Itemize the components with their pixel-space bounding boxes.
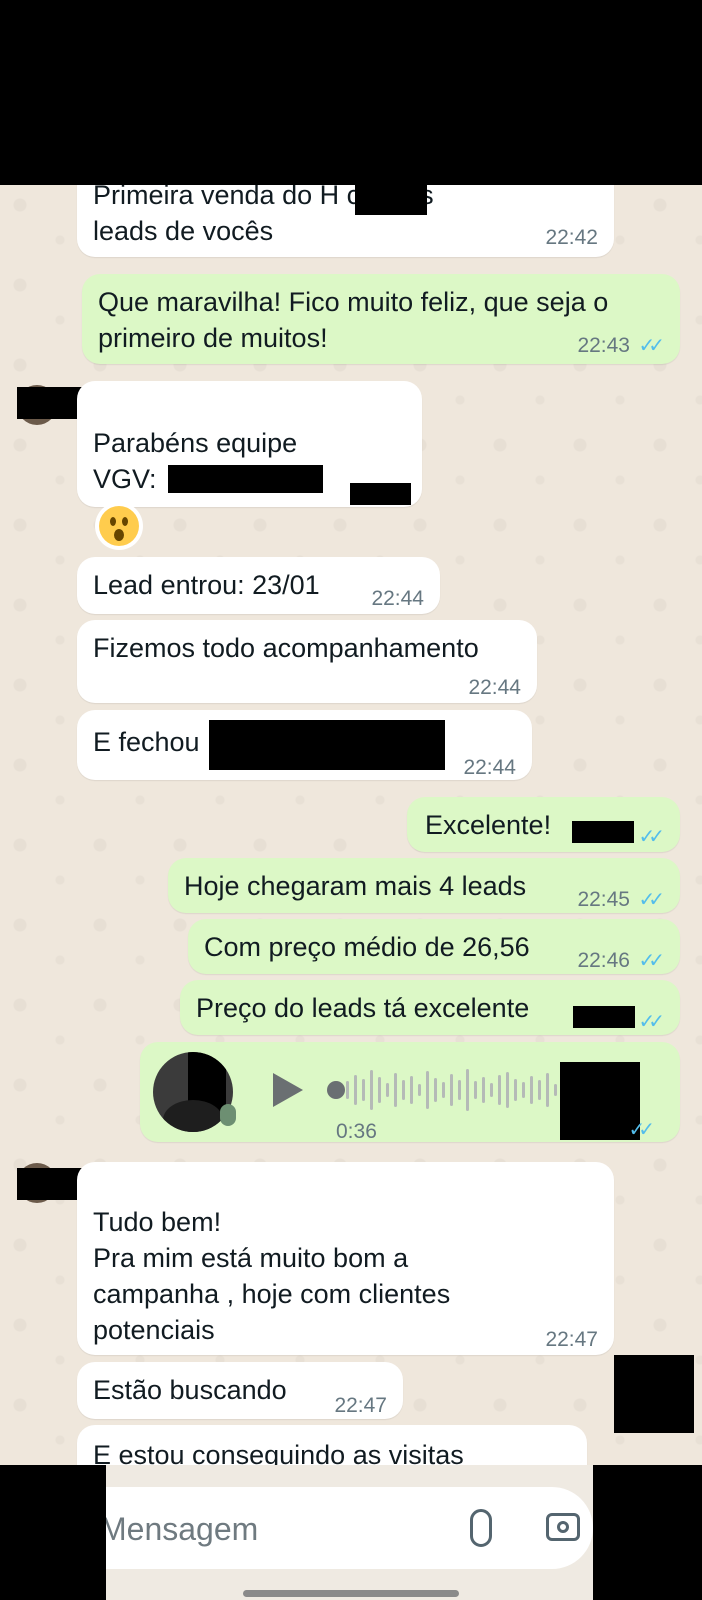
play-icon[interactable] — [273, 1073, 303, 1107]
message-bubble-incoming[interactable]: Estão buscando 22:47 — [77, 1362, 403, 1419]
waveform-bar — [554, 1084, 557, 1096]
waveform-bar — [442, 1082, 445, 1098]
waveform-bar — [418, 1084, 421, 1096]
redaction-box — [0, 1465, 106, 1600]
message-text: Excelente! — [425, 810, 552, 840]
microphone-icon — [220, 1104, 236, 1126]
voice-message-bubble[interactable]: 0:36 ✓✓ — [140, 1042, 680, 1143]
message-bubble-incoming[interactable]: Primeira venda do H com os leads de você… — [77, 185, 614, 257]
message-input-placeholder: Mensagem — [100, 1511, 259, 1547]
waveform-bar — [450, 1074, 453, 1106]
message-bubble-incoming[interactable]: E estou conseguindo as visitas — [77, 1425, 587, 1465]
waveform-bar — [346, 1081, 349, 1099]
redacted-status-bar — [0, 0, 702, 185]
waveform-bar — [498, 1075, 501, 1105]
read-receipt-icon: ✓✓ — [638, 826, 664, 848]
redaction-box — [209, 720, 445, 770]
chat-area[interactable]: Primeira venda do H com os leads de você… — [0, 185, 702, 1465]
waveform-bar — [466, 1069, 469, 1111]
paperclip-icon[interactable] — [470, 1509, 492, 1547]
redaction-box — [593, 1465, 702, 1600]
waveform-bar — [394, 1073, 397, 1107]
message-bubble-outgoing[interactable]: Preço do leads tá excelente ✓✓ — [180, 980, 680, 1035]
message-time: 22:44 — [468, 676, 521, 699]
redaction-box — [572, 821, 634, 843]
waveform-bar — [362, 1079, 365, 1101]
waveform-bar — [354, 1075, 357, 1105]
message-bubble-incoming[interactable]: Tudo bem! Pra mim está muito bom a campa… — [77, 1162, 614, 1355]
message-time: 22:47 — [334, 1394, 387, 1417]
message-time: 22:44 — [371, 587, 424, 610]
playback-slider-handle[interactable] — [327, 1081, 345, 1099]
read-receipt-icon: ✓✓ — [638, 889, 664, 911]
waveform-bar — [482, 1077, 485, 1103]
read-receipt-icon: ✓✓ — [638, 335, 664, 357]
waveform-bar — [506, 1072, 509, 1108]
message-bubble-outgoing[interactable]: Que maravilha! Fico muito feliz, que sej… — [82, 274, 680, 364]
astonished-emoji-reaction-icon[interactable] — [99, 506, 139, 546]
waveform-bar — [530, 1076, 533, 1104]
message-bubble-outgoing[interactable]: Excelente! ✓✓ — [407, 797, 680, 852]
waveform-bar — [474, 1081, 477, 1099]
waveform-bar — [378, 1077, 381, 1103]
redaction-box — [350, 483, 411, 505]
waveform-bar — [386, 1083, 389, 1097]
waveform-bar — [546, 1073, 549, 1107]
waveform-bar — [514, 1079, 517, 1101]
message-text: E fechou — [93, 727, 200, 757]
message-bubble-outgoing[interactable]: Com preço médio de 26,56 22:46 ✓✓ — [188, 919, 680, 974]
message-time: 22:45 — [577, 888, 630, 911]
message-text: Preço do leads tá excelente — [196, 993, 530, 1023]
message-time: 22:42 — [545, 226, 598, 249]
message-text: Hoje chegaram mais 4 leads — [184, 871, 527, 901]
waveform-bar — [426, 1071, 429, 1109]
message-text: E estou conseguindo as visitas — [93, 1440, 464, 1465]
waveform-bar — [410, 1076, 413, 1104]
redaction-box — [355, 185, 427, 215]
message-text: Que maravilha! Fico muito feliz, que sej… — [98, 287, 609, 353]
waveform-bar — [458, 1080, 461, 1100]
redaction-box — [573, 1006, 635, 1028]
read-receipt-icon: ✓✓ — [638, 950, 664, 972]
message-bubble-incoming[interactable]: Parabéns equipe VGV: — [77, 381, 422, 507]
message-text: Fizemos todo acompanhamento — [93, 633, 479, 663]
message-time: 22:43 — [577, 334, 630, 357]
message-bubble-incoming[interactable]: Fizemos todo acompanhamento 22:44 — [77, 620, 537, 703]
message-text: Com preço médio de 26,56 — [204, 932, 530, 962]
message-time: 22:47 — [545, 1328, 598, 1351]
waveform-bar — [434, 1078, 437, 1102]
camera-icon[interactable] — [546, 1513, 580, 1541]
message-time: 22:46 — [577, 949, 630, 972]
voice-duration: 0:36 — [336, 1120, 377, 1143]
redaction-box — [168, 465, 323, 493]
audio-waveform[interactable] — [346, 1062, 571, 1122]
message-bubble-outgoing[interactable]: Hoje chegaram mais 4 leads 22:45 ✓✓ — [168, 858, 680, 913]
message-text: Tudo bem! Pra mim está muito bom a campa… — [93, 1207, 451, 1345]
waveform-bar — [370, 1070, 373, 1110]
message-bubble-incoming[interactable]: Lead entrou: 23/01 22:44 — [77, 557, 440, 614]
message-bubble-incoming[interactable]: E fechou 22:44 — [77, 710, 532, 780]
redaction-box — [614, 1355, 694, 1433]
waveform-bar — [402, 1080, 405, 1100]
message-text: Lead entrou: 23/01 — [93, 570, 320, 600]
message-time: 22:44 — [463, 756, 516, 779]
waveform-bar — [490, 1083, 493, 1097]
read-receipt-icon: ✓✓ — [638, 1011, 664, 1033]
message-text: Estão buscando — [93, 1375, 287, 1405]
waveform-bar — [538, 1080, 541, 1100]
waveform-bar — [522, 1082, 525, 1098]
read-receipt-icon: ✓✓ — [628, 1119, 654, 1141]
navigation-gesture-bar[interactable] — [243, 1590, 459, 1597]
